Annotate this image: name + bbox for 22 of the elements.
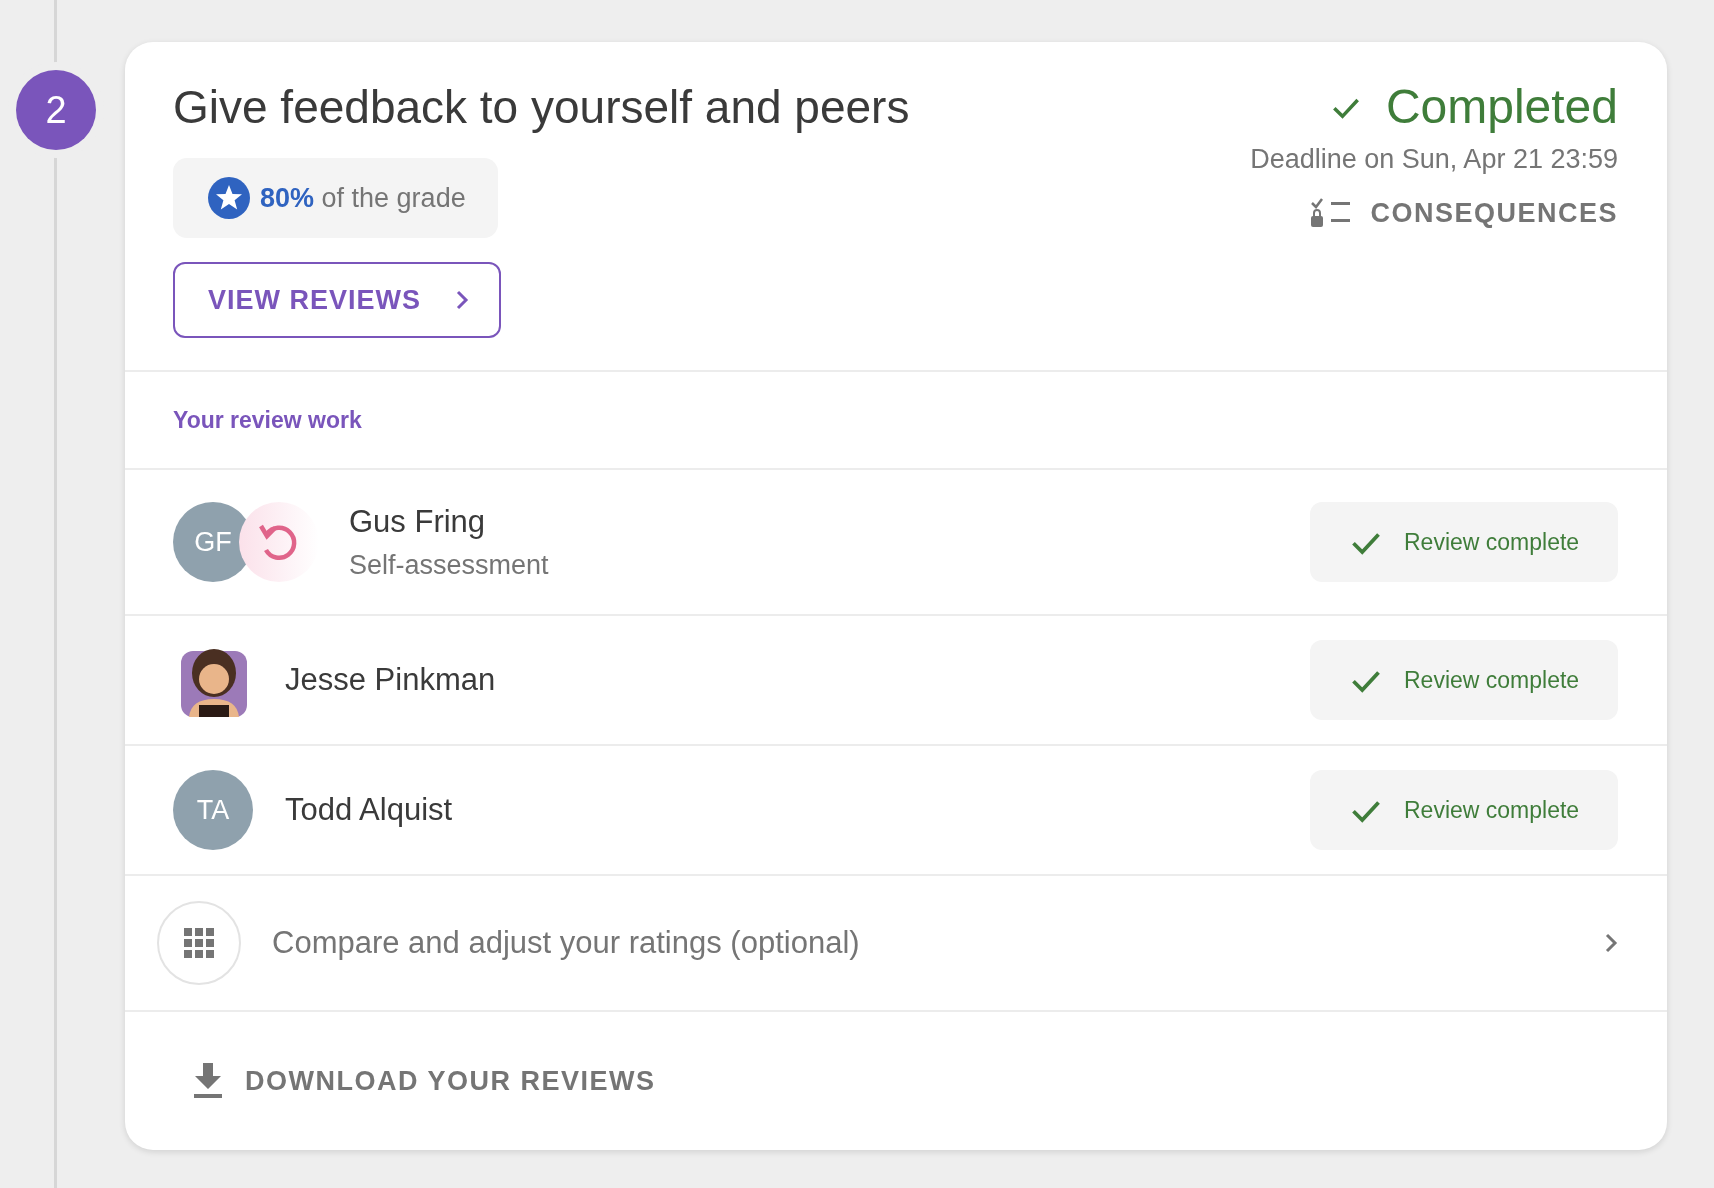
- grade-text: 80% of the grade: [260, 182, 466, 214]
- chevron-right-icon: [455, 289, 470, 311]
- grid-icon: [157, 901, 241, 985]
- review-status-badge: Review complete: [1310, 640, 1618, 720]
- view-reviews-button[interactable]: VIEW REVIEWS: [173, 262, 502, 338]
- initials-avatar: TA: [173, 770, 253, 850]
- review-status-badge: Review complete: [1310, 502, 1618, 582]
- deadline-text: Deadline on Sun, Apr 21 23:59: [1250, 144, 1618, 175]
- chevron-right-icon: [1604, 932, 1618, 954]
- section-heading: Your review work: [173, 406, 362, 434]
- status-label: Completed: [1385, 79, 1618, 135]
- task-title: Give feedback to yourself and peers: [173, 80, 910, 135]
- reviewee-name: Gus Fring: [349, 503, 487, 540]
- review-status-badge: Review complete: [1310, 770, 1618, 850]
- review-type: Self-assessment: [349, 549, 550, 581]
- download-reviews-button[interactable]: DOWNLOAD YOUR REVIEWS: [193, 1063, 656, 1099]
- compare-ratings-item[interactable]: Compare and adjust your ratings (optional): [125, 876, 1667, 1012]
- checklist-lock-icon: [1310, 197, 1353, 229]
- reviewee-name: Jesse Pinkman: [285, 662, 497, 698]
- consequences-link[interactable]: CONSEQUENCES: [1370, 197, 1618, 229]
- download-icon: [193, 1063, 223, 1099]
- reviewee-name: Todd Alquist: [285, 792, 454, 828]
